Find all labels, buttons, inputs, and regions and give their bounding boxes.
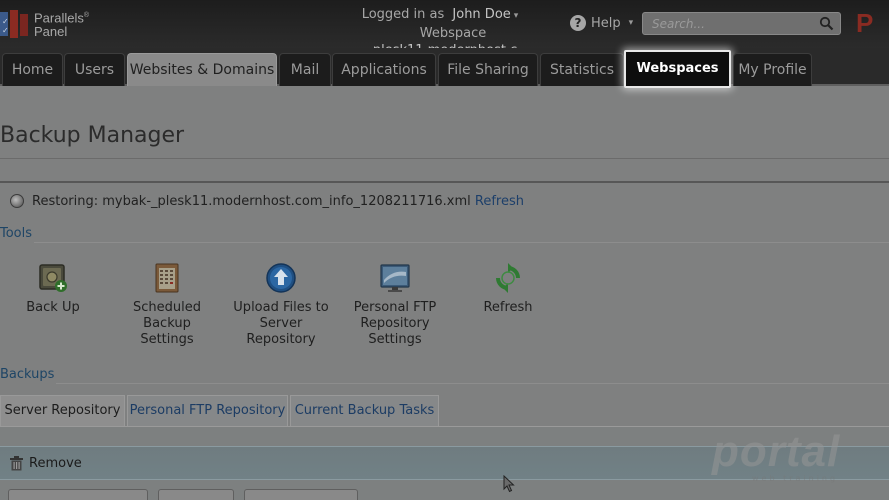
progress-spinner-icon (10, 194, 24, 208)
tool-refresh-label: Refresh (483, 300, 533, 315)
tab-webspaces[interactable]: Webspaces (624, 50, 731, 88)
tools-divider (34, 242, 889, 243)
tab-home[interactable]: Home (2, 53, 63, 86)
logged-in-label: Logged in as (361, 7, 445, 22)
tool-personal-ftp-settings[interactable]: Personal FTP Repository Settings (348, 262, 442, 348)
ftp-repository-icon (380, 264, 410, 292)
help-icon: ? (570, 15, 586, 31)
search-icon[interactable] (819, 16, 834, 31)
upload-arrow-icon (266, 263, 296, 293)
watermark-subtext: web training (752, 474, 839, 483)
top-header: ✓ ✓ Parallels® Panel Logged in as John D… (0, 0, 889, 58)
logo-line2: Panel (34, 24, 68, 40)
tool-ftp-label-line2: Repository (360, 316, 430, 331)
list-filter-field[interactable] (8, 489, 148, 500)
refresh-icon (496, 263, 520, 293)
list-search-button[interactable] (158, 489, 234, 500)
trash-icon (10, 456, 23, 471)
logged-in-row[interactable]: Logged in as John Doe ▾ (320, 6, 560, 25)
help-chevron-down-icon: ▾ (628, 18, 634, 28)
tab-server-repository[interactable]: Server Repository (0, 395, 125, 427)
logo-line1: Parallels (34, 10, 84, 26)
tool-refresh[interactable]: Refresh (477, 262, 539, 316)
backups-divider (56, 383, 889, 384)
watermark-text: portal (712, 427, 841, 476)
tab-personal-ftp-repository[interactable]: Personal FTP Repository (127, 395, 288, 426)
status-text: Restoring: mybak-_plesk11.modernhost.com… (32, 194, 471, 209)
tool-upload-label-line2: Server Repository (246, 316, 316, 347)
tool-scheduled-backup-label-line2: Settings (140, 332, 194, 347)
portal-watermark: portal web training (712, 427, 862, 484)
calendar-schedule-icon (155, 263, 179, 293)
help-label: Help (591, 15, 621, 31)
page-title: Backup Manager (0, 123, 185, 148)
user-chevron-down-icon[interactable]: ▾ (514, 8, 519, 25)
tool-upload-label-line1: Upload Files to (233, 300, 329, 315)
svg-text:✓: ✓ (2, 26, 9, 35)
tools-section-label: Tools (0, 226, 33, 241)
status-refresh-link[interactable]: Refresh (475, 194, 524, 209)
tab-my-profile[interactable]: My Profile (733, 53, 812, 86)
remove-button[interactable]: Remove (10, 456, 82, 471)
logo-registered-mark: ® (83, 12, 90, 19)
tab-users[interactable]: Users (64, 53, 125, 86)
tool-back-up-label: Back Up (26, 300, 80, 315)
tab-websites-domains[interactable]: Websites & Domains (127, 53, 277, 86)
parallels-logo[interactable]: ✓ ✓ Parallels® Panel (0, 8, 110, 40)
tab-current-backup-tasks[interactable]: Current Backup Tasks (290, 395, 439, 426)
tool-back-up[interactable]: Back Up (18, 262, 88, 316)
tool-ftp-label-line3: Settings (368, 332, 422, 347)
logo-text: Parallels® Panel (34, 9, 89, 39)
brand-right-logo: P (856, 8, 874, 38)
user-name[interactable]: John Doe (452, 7, 510, 22)
remove-label: Remove (29, 456, 82, 471)
search-input[interactable] (643, 13, 813, 34)
tab-mail[interactable]: Mail (279, 53, 331, 86)
tab-statistics[interactable]: Statistics (540, 53, 624, 86)
tool-scheduled-backup-label-line1: Scheduled Backup (133, 300, 201, 331)
tab-applications[interactable]: Applications (332, 53, 436, 86)
mouse-cursor-icon (503, 475, 515, 493)
parallels-logo-icon: ✓ ✓ (0, 10, 28, 38)
search-box (642, 12, 841, 35)
tab-file-sharing[interactable]: File Sharing (438, 53, 538, 86)
main-navigation: Home Users Websites & Domains Mail Appli… (0, 48, 889, 88)
tool-scheduled-backup-settings[interactable]: Scheduled Backup Settings (111, 262, 223, 348)
svg-text:✓: ✓ (2, 17, 9, 26)
backups-section-label: Backups (0, 367, 55, 382)
help-menu[interactable]: ? Help ▾ (570, 15, 633, 31)
backup-safe-icon (39, 264, 67, 292)
list-advanced-button[interactable] (244, 489, 358, 500)
tool-ftp-label-line1: Personal FTP (353, 300, 437, 315)
status-message: Restoring: mybak-_plesk11.modernhost.com… (32, 194, 524, 209)
title-divider (0, 158, 889, 159)
tool-upload-files[interactable]: Upload Files to Server Repository (226, 262, 336, 348)
restore-status-bar: Restoring: mybak-_plesk11.modernhost.com… (0, 181, 889, 219)
webspace-label: Webspace (419, 26, 487, 41)
